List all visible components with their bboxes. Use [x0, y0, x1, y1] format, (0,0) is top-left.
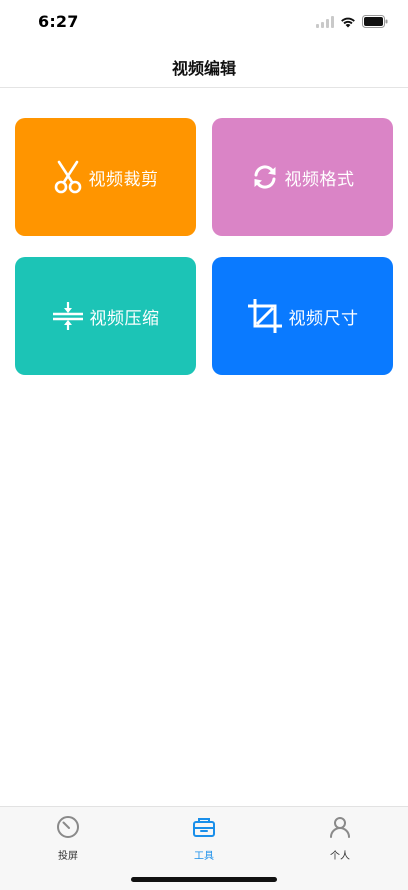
signal-icon: [316, 13, 334, 32]
video-size-tile[interactable]: 视频尺寸: [212, 257, 393, 375]
page-title: 视频编辑: [171, 59, 236, 78]
status-time: 6:27: [38, 12, 79, 31]
crop-icon: [247, 298, 283, 334]
status-icons: [316, 14, 388, 30]
tab-tools-label: 工具: [194, 851, 214, 862]
tab-cast[interactable]: 投屏: [28, 815, 108, 862]
tab-tools[interactable]: 工具: [164, 815, 244, 862]
video-compress-tile[interactable]: 视频压缩: [15, 257, 196, 375]
wifi-icon: [340, 13, 356, 32]
compress-icon: [52, 300, 84, 332]
tab-profile[interactable]: 个人: [300, 815, 380, 862]
navigation-bar: 视频编辑: [0, 46, 408, 88]
video-format-label: 视频格式: [284, 169, 355, 190]
tab-cast-label: 投屏: [58, 851, 78, 862]
status-bar: 6:27: [0, 0, 408, 46]
video-size-label: 视频尺寸: [288, 308, 359, 329]
video-trim-label: 视频裁剪: [88, 169, 159, 190]
person-icon: [328, 815, 352, 843]
battery-icon: [362, 13, 388, 32]
video-compress-label: 视频压缩: [89, 308, 160, 329]
cast-icon: [56, 815, 80, 843]
convert-icon: [251, 163, 279, 191]
toolbox-icon: [192, 815, 216, 843]
video-format-tile[interactable]: 视频格式: [212, 118, 393, 236]
tab-profile-label: 个人: [330, 851, 350, 862]
scissors-icon: [53, 160, 83, 194]
home-indicator: [131, 877, 277, 882]
video-trim-tile[interactable]: 视频裁剪: [15, 118, 196, 236]
